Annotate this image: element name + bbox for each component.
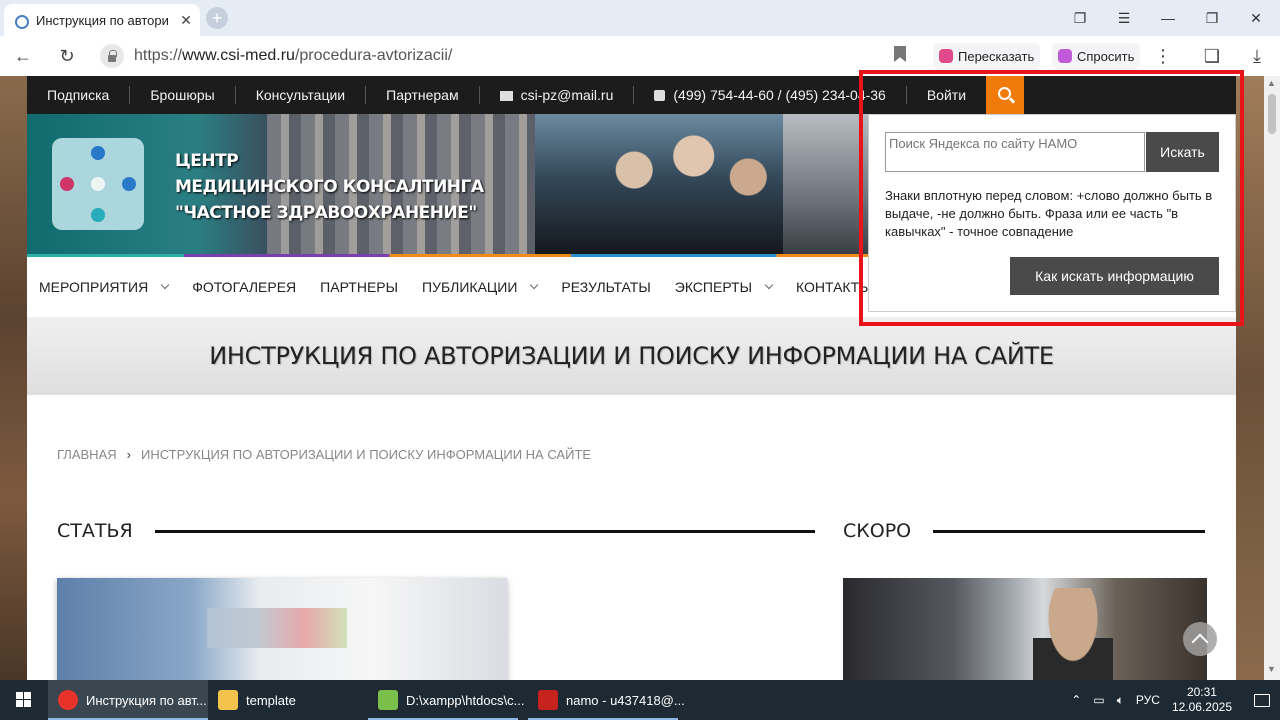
minimize-icon[interactable]: — [1146, 0, 1190, 36]
windows-taskbar: Инструкция по авт... template D:\xampp\h… [0, 680, 1280, 720]
folder-icon [218, 690, 238, 710]
page-scrollbar[interactable]: ▲ ▼ [1264, 76, 1280, 680]
breadcrumb-current: ИНСТРУКЦИЯ ПО АВТОРИЗАЦИИ И ПОИСКУ ИНФОР… [140, 447, 592, 462]
lock-icon[interactable] [100, 44, 124, 68]
new-tab-button[interactable]: + [206, 7, 228, 29]
site-favicon-icon [12, 12, 29, 29]
chevron-down-icon [530, 280, 539, 290]
close-window-icon[interactable]: ✕ [1234, 0, 1278, 36]
topnav-brochures[interactable]: Брошюры [130, 86, 236, 104]
restore-icon[interactable]: ❐ [1190, 0, 1234, 36]
scroll-to-top-button[interactable] [1183, 622, 1217, 656]
phone-icon [654, 90, 666, 101]
article-card-image[interactable] [57, 578, 507, 680]
url-text: https://www.csi-med.ru/procedura-avtoriz… [134, 47, 453, 64]
yandex-browser-icon [58, 690, 78, 710]
retell-button[interactable]: Пересказать [933, 43, 1041, 69]
desktop-wallpaper-left [0, 76, 27, 680]
section-divider [154, 529, 815, 533]
back-arrow-icon[interactable]: ← [11, 44, 35, 68]
download-icon[interactable]: ⤓ [1245, 44, 1269, 68]
volume-icon[interactable]: 🔈︎ [1117, 693, 1124, 708]
site-logo[interactable] [52, 138, 144, 230]
ask-button[interactable]: Спросить [1052, 43, 1141, 69]
section-article-heading: СТАТЬЯ [57, 520, 815, 542]
reading-list-icon[interactable]: ❏ [1200, 44, 1224, 68]
page-title-bar: ИНСТРУКЦИЯ ПО АВТОРИЗАЦИИ И ПОИСКУ ИНФОР… [27, 317, 1236, 395]
taskbar-filezilla[interactable]: namo - u437418@... [528, 680, 688, 720]
taskbar-explorer[interactable]: template [208, 680, 368, 720]
notifications-icon[interactable] [1254, 693, 1270, 707]
nav-events[interactable]: МЕРОПРИЯТИЯ [39, 279, 170, 295]
soon-card-image[interactable] [843, 578, 1207, 680]
browser-tab-bar: Инструкция по автори ✕ + ❐ ☰ — ❐ ✕ [0, 0, 1280, 36]
chevron-down-icon [764, 280, 774, 290]
tab-title: Инструкция по автори [36, 12, 169, 28]
breadcrumb-home[interactable]: ГЛАВНАЯ [57, 447, 117, 462]
url-field[interactable]: https://www.csi-med.ru/procedura-avtoriz… [94, 41, 916, 71]
nav-partners[interactable]: ПАРТНЕРЫ [320, 279, 398, 295]
close-tab-icon[interactable]: ✕ [180, 12, 192, 29]
chevron-down-icon [160, 280, 170, 290]
system-tray: ⌃ ▭ 🔈︎ РУС 20:31 12.06.2025 [1071, 680, 1280, 720]
network-icon[interactable]: ▭ [1093, 693, 1104, 707]
taskbar-browser[interactable]: Инструкция по авт... [48, 680, 208, 720]
nav-results[interactable]: РЕЗУЛЬТАТЫ [561, 279, 650, 295]
taskbar-notepad[interactable]: D:\xampp\htdocs\c... [368, 680, 528, 720]
retell-icon [939, 49, 953, 63]
section-soon-heading: СКОРО [843, 520, 1206, 542]
topnav-email[interactable]: csi-pz@mail.ru [480, 86, 635, 104]
notepad-icon [378, 690, 398, 710]
browser-tab-active[interactable]: Инструкция по автори ✕ [4, 4, 200, 36]
banner-photo-speakers [535, 114, 783, 254]
highlight-annotation-box [859, 70, 1244, 326]
page-title: ИНСТРУКЦИЯ ПО АВТОРИЗАЦИИ И ПОИСКУ ИНФОР… [209, 342, 1054, 370]
topnav-consultations[interactable]: Консультации [236, 86, 367, 104]
clock[interactable]: 20:31 12.06.2025 [1172, 685, 1232, 715]
nav-gallery[interactable]: ФОТОГАЛЕРЕЯ [192, 279, 296, 295]
breadcrumb-separator: › [126, 447, 131, 462]
language-indicator[interactable]: РУС [1136, 693, 1160, 707]
nav-publications[interactable]: ПУБЛИКАЦИИ [422, 279, 539, 295]
bookmarks-panel-icon[interactable]: ❐ [1058, 0, 1102, 36]
filezilla-icon [538, 690, 558, 710]
more-menu-icon[interactable]: ⋮ [1151, 44, 1175, 68]
ask-icon [1058, 49, 1072, 63]
mail-icon [499, 91, 513, 101]
windows-start-button[interactable] [0, 680, 48, 720]
nav-experts[interactable]: ЭКСПЕРТЫ [675, 279, 774, 295]
site-logo-title[interactable]: ЦЕНТР МЕДИЦИНСКОГО КОНСАЛТИНГА "ЧАСТНОЕ … [175, 148, 484, 226]
reload-icon[interactable]: ↻ [55, 44, 79, 68]
breadcrumb: ГЛАВНАЯ › ИНСТРУКЦИЯ ПО АВТОРИЗАЦИИ И ПО… [57, 447, 591, 462]
menu-icon[interactable]: ☰ [1102, 0, 1146, 36]
topnav-subscription[interactable]: Подписка [27, 86, 131, 104]
topnav-partners[interactable]: Партнерам [366, 86, 480, 104]
tray-chevron-up-icon[interactable]: ⌃ [1071, 693, 1081, 707]
scrollbar-thumb[interactable] [1268, 94, 1276, 134]
section-divider [933, 529, 1206, 533]
